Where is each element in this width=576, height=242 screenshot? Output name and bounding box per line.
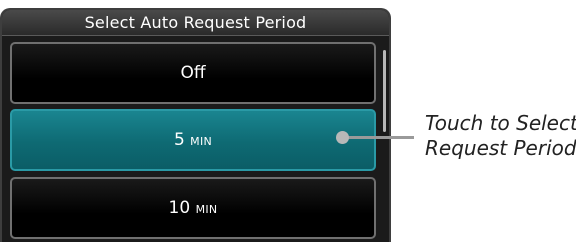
callout-leader-line [341,136,414,139]
screen: Select Auto Request Period Off 5 MIN 10 … [0,0,576,242]
auto-request-period-dialog: Select Auto Request Period Off 5 MIN 10 … [0,8,391,242]
touch-point-icon [336,131,349,144]
callout-text: Touch to Select Request Period [425,111,576,161]
option-list[interactable]: Off 5 MIN 10 MIN [2,36,389,242]
option-value: Off [180,63,206,83]
option-off-button[interactable]: Off [10,42,376,104]
option-10-min-button[interactable]: 10 MIN [10,177,376,239]
option-unit: MIN [190,135,213,148]
scrollbar[interactable] [383,50,386,132]
option-value: 5 [173,130,185,150]
option-value: 10 [168,198,191,218]
option-unit: MIN [195,203,218,216]
callout-line-1: Touch to Select [425,111,576,135]
option-5-min-button[interactable]: 5 MIN [10,109,376,171]
callout-line-2: Request Period [425,136,576,160]
dialog-title: Select Auto Request Period [2,10,389,36]
